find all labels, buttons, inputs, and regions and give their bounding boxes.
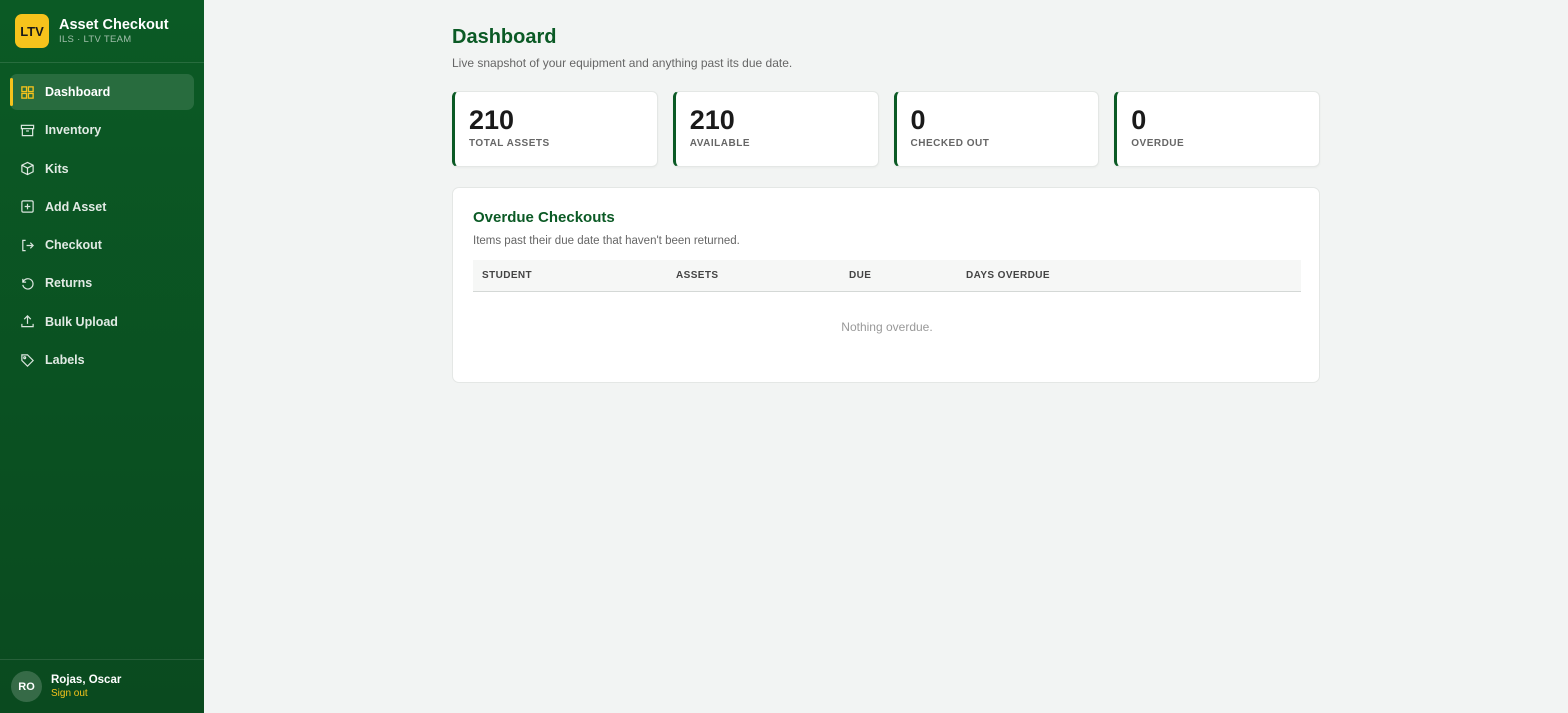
stat-label: OVERDUE — [1131, 138, 1185, 149]
overdue-table: STUDENT ASSETS DUE DAYS OVERDUE Nothing … — [473, 260, 1301, 334]
sidebar-item-label: Kits — [45, 161, 69, 176]
brand-header: LTV Asset Checkout ILS · LTV TEAM — [0, 0, 204, 63]
user-name: Rojas, Oscar — [51, 674, 122, 686]
tag-icon — [20, 353, 35, 368]
avatar: RO — [11, 671, 42, 702]
plus-square-icon — [20, 199, 35, 214]
sidebar-item-label: Bulk Upload — [45, 314, 118, 329]
card-title: Overdue Checkouts — [473, 209, 615, 226]
sidebar-item-label: Inventory — [45, 123, 102, 138]
app-title: Asset Checkout — [59, 16, 169, 33]
stat-label: CHECKED OUT — [910, 138, 990, 149]
log-out-icon — [20, 238, 35, 253]
archive-icon — [20, 123, 35, 138]
stat-card-available: 210 AVAILABLE — [672, 91, 879, 167]
sidebar: LTV Asset Checkout ILS · LTV TEAM Dashbo… — [0, 0, 204, 713]
sidebar-item-label: Add Asset — [45, 199, 107, 214]
sidebar-item-label: Dashboard — [45, 85, 111, 99]
sidebar-item-checkout[interactable]: Checkout — [10, 227, 194, 263]
stat-value: 0 — [1131, 105, 1147, 135]
rotate-ccw-icon — [20, 276, 35, 291]
brand-logo: LTV — [15, 14, 49, 48]
brand-text: Asset Checkout ILS · LTV TEAM — [59, 17, 169, 46]
sidebar-item-dashboard[interactable]: Dashboard — [10, 74, 194, 110]
column-header-days-overdue: DAYS OVERDUE — [966, 270, 1050, 281]
empty-state-message: Nothing overdue. — [841, 320, 933, 334]
box-icon — [20, 161, 35, 176]
column-header-due: DUE — [849, 270, 872, 281]
stat-card-overdue: 0 OVERDUE — [1114, 91, 1320, 167]
sidebar-item-bulk-upload[interactable]: Bulk Upload — [10, 304, 194, 340]
stat-value: 210 — [689, 105, 735, 135]
sign-out-link[interactable]: Sign out — [51, 687, 121, 700]
stat-card-total-assets: 210 TOTAL ASSETS — [452, 91, 658, 167]
stat-value: 210 — [469, 105, 515, 135]
stats-row: 210 TOTAL ASSETS 210 AVAILABLE 0 CHECKED… — [452, 91, 1320, 167]
page-title: Dashboard — [452, 26, 557, 48]
sidebar-item-add-asset[interactable]: Add Asset — [10, 189, 194, 225]
stat-label: TOTAL ASSETS — [469, 138, 550, 149]
table-header: STUDENT ASSETS DUE DAYS OVERDUE — [473, 260, 1301, 292]
sidebar-item-inventory[interactable]: Inventory — [10, 112, 194, 148]
sidebar-item-label: Labels — [45, 353, 85, 368]
sidebar-item-returns[interactable]: Returns — [10, 265, 194, 301]
card-subtitle: Items past their due date that haven't b… — [473, 235, 740, 247]
user-panel: RO Rojas, Oscar Sign out — [0, 659, 204, 713]
overdue-checkouts-card: Overdue Checkouts Items past their due d… — [452, 187, 1320, 383]
user-info: Rojas, Oscar Sign out — [51, 673, 121, 700]
sidebar-item-kits[interactable]: Kits — [10, 151, 194, 187]
column-header-assets: ASSETS — [676, 270, 719, 281]
sidebar-item-labels[interactable]: Labels — [10, 342, 194, 378]
grid-icon — [20, 85, 35, 100]
app-subtitle: ILS · LTV TEAM — [59, 33, 132, 45]
sidebar-nav: Dashboard Inventory Kits Add Asset Check… — [0, 63, 204, 378]
sidebar-item-label: Returns — [45, 276, 93, 291]
sidebar-item-label: Checkout — [45, 238, 102, 253]
column-header-student: STUDENT — [482, 270, 533, 281]
page-subtitle: Live snapshot of your equipment and anyt… — [452, 56, 793, 70]
upload-icon — [20, 314, 35, 329]
stat-card-checked-out: 0 CHECKED OUT — [893, 91, 1100, 167]
stat-value: 0 — [910, 105, 926, 135]
stat-label: AVAILABLE — [689, 138, 750, 149]
